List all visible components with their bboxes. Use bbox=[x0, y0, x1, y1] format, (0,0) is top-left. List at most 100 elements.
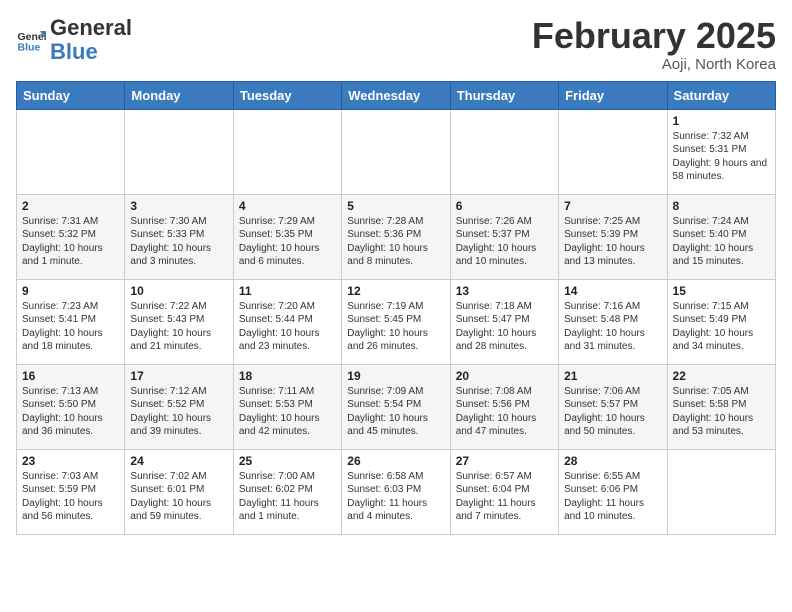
calendar-cell: 13Sunrise: 7:18 AM Sunset: 5:47 PM Dayli… bbox=[450, 279, 558, 364]
calendar-cell: 6 Sunrise: 7:26 AM Sunset: 5:37 PM Daylig… bbox=[450, 194, 558, 279]
day-number: 20 bbox=[456, 369, 553, 383]
day-info: Sunrise: 7:24 AM Sunset: 5:40 PM Dayligh… bbox=[673, 215, 770, 269]
day-info: Sunrise: 7:30 AM Sunset: 5:33 PM Dayligh… bbox=[130, 215, 227, 269]
day-number: 11 bbox=[239, 284, 336, 298]
day-number: 25 bbox=[239, 454, 336, 468]
calendar-cell: 16 Sunrise: 7:13 AM Sunset: 5:50 PM Dayli… bbox=[17, 364, 125, 449]
day-info: Sunrise: 7:12 AM Sunset: 5:52 PM Dayligh… bbox=[130, 385, 227, 439]
day-number: 12 bbox=[347, 284, 444, 298]
day-header-saturday: Saturday bbox=[667, 81, 775, 109]
day-number: 9 bbox=[22, 284, 119, 298]
day-info: Sunrise: 7:28 AM Sunset: 5:36 PM Dayligh… bbox=[347, 215, 444, 269]
day-info: Sunrise: 7:08 AM Sunset: 5:56 PM Dayligh… bbox=[456, 385, 553, 439]
calendar-cell bbox=[17, 109, 125, 194]
calendar-cell: 15 Sunrise: 7:15 AM Sunset: 5:49 PM Dayli… bbox=[667, 279, 775, 364]
calendar-cell: 2 Sunrise: 7:31 AM Sunset: 5:32 PM Daylig… bbox=[17, 194, 125, 279]
day-number: 7 bbox=[564, 199, 661, 213]
day-info: Sunrise: 7:22 AM Sunset: 5:43 PM Dayligh… bbox=[130, 300, 227, 354]
day-number: 21 bbox=[564, 369, 661, 383]
day-number: 1 bbox=[673, 114, 770, 128]
calendar-cell: 27 Sunrise: 6:57 AM Sunset: 6:04 PM Dayli… bbox=[450, 449, 558, 534]
day-header-monday: Monday bbox=[125, 81, 233, 109]
day-info: Sunrise: 7:06 AM Sunset: 5:57 PM Dayligh… bbox=[564, 385, 661, 439]
calendar-cell: 23 Sunrise: 7:03 AM Sunset: 5:59 PM Dayli… bbox=[17, 449, 125, 534]
day-info: Sunrise: 7:26 AM Sunset: 5:37 PM Dayligh… bbox=[456, 215, 553, 269]
day-header-wednesday: Wednesday bbox=[342, 81, 450, 109]
day-header-tuesday: Tuesday bbox=[233, 81, 341, 109]
day-info: Sunrise: 7:25 AM Sunset: 5:39 PM Dayligh… bbox=[564, 215, 661, 269]
day-info: Sunrise: 7:13 AM Sunset: 5:50 PM Dayligh… bbox=[22, 385, 119, 439]
calendar-cell: 24 Sunrise: 7:02 AM Sunset: 6:01 PM Dayli… bbox=[125, 449, 233, 534]
calendar-cell: 8 Sunrise: 7:24 AM Sunset: 5:40 PM Daylig… bbox=[667, 194, 775, 279]
calendar-cell: 3 Sunrise: 7:30 AM Sunset: 5:33 PM Daylig… bbox=[125, 194, 233, 279]
day-number: 13 bbox=[456, 284, 553, 298]
title-block: February 2025 Aoji, North Korea bbox=[532, 16, 776, 73]
page-header: General Blue GeneralBlue February 2025 A… bbox=[16, 16, 776, 73]
logo-icon: General Blue bbox=[16, 25, 46, 55]
day-info: Sunrise: 7:09 AM Sunset: 5:54 PM Dayligh… bbox=[347, 385, 444, 439]
day-number: 27 bbox=[456, 454, 553, 468]
day-info: Sunrise: 7:03 AM Sunset: 5:59 PM Dayligh… bbox=[22, 470, 119, 524]
day-info: Sunrise: 7:05 AM Sunset: 5:58 PM Dayligh… bbox=[673, 385, 770, 439]
day-number: 4 bbox=[239, 199, 336, 213]
day-info: Sunrise: 7:29 AM Sunset: 5:35 PM Dayligh… bbox=[239, 215, 336, 269]
day-info: Sunrise: 6:57 AM Sunset: 6:04 PM Dayligh… bbox=[456, 470, 553, 524]
day-header-thursday: Thursday bbox=[450, 81, 558, 109]
day-number: 23 bbox=[22, 454, 119, 468]
day-number: 15 bbox=[673, 284, 770, 298]
calendar-cell: 18Sunrise: 7:11 AM Sunset: 5:53 PM Dayli… bbox=[233, 364, 341, 449]
day-number: 2 bbox=[22, 199, 119, 213]
calendar-cell: 10 Sunrise: 7:22 AM Sunset: 5:43 PM Dayli… bbox=[125, 279, 233, 364]
day-number: 22 bbox=[673, 369, 770, 383]
calendar-cell: 26 Sunrise: 6:58 AM Sunset: 6:03 PM Dayli… bbox=[342, 449, 450, 534]
calendar-cell: 28Sunrise: 6:55 AM Sunset: 6:06 PM Dayli… bbox=[559, 449, 667, 534]
day-number: 24 bbox=[130, 454, 227, 468]
day-number: 26 bbox=[347, 454, 444, 468]
calendar-cell: 14 Sunrise: 7:16 AM Sunset: 5:48 PM Dayli… bbox=[559, 279, 667, 364]
day-header-friday: Friday bbox=[559, 81, 667, 109]
calendar-cell: 17 Sunrise: 7:12 AM Sunset: 5:52 PM Dayli… bbox=[125, 364, 233, 449]
day-number: 5 bbox=[347, 199, 444, 213]
day-number: 8 bbox=[673, 199, 770, 213]
calendar-cell bbox=[450, 109, 558, 194]
calendar-header: SundayMondayTuesdayWednesdayThursdayFrid… bbox=[17, 81, 776, 109]
calendar-cell bbox=[559, 109, 667, 194]
day-info: Sunrise: 7:20 AM Sunset: 5:44 PM Dayligh… bbox=[239, 300, 336, 354]
day-number: 28 bbox=[564, 454, 661, 468]
day-info: Sunrise: 6:58 AM Sunset: 6:03 PM Dayligh… bbox=[347, 470, 444, 524]
calendar-cell bbox=[342, 109, 450, 194]
day-number: 3 bbox=[130, 199, 227, 213]
day-number: 10 bbox=[130, 284, 227, 298]
calendar-cell: 4 Sunrise: 7:29 AM Sunset: 5:35 PM Daylig… bbox=[233, 194, 341, 279]
logo: General Blue GeneralBlue bbox=[16, 16, 132, 64]
day-info: Sunrise: 7:00 AM Sunset: 6:02 PM Dayligh… bbox=[239, 470, 336, 524]
day-info: Sunrise: 7:11 AM Sunset: 5:53 PM Dayligh… bbox=[239, 385, 336, 439]
calendar-cell: 11 Sunrise: 7:20 AM Sunset: 5:44 PM Dayli… bbox=[233, 279, 341, 364]
month-title: February 2025 bbox=[532, 16, 776, 56]
calendar-table: SundayMondayTuesdayWednesdayThursdayFrid… bbox=[16, 81, 776, 535]
calendar-cell: 21 Sunrise: 7:06 AM Sunset: 5:57 PM Dayli… bbox=[559, 364, 667, 449]
calendar-cell: 20 Sunrise: 7:08 AM Sunset: 5:56 PM Dayli… bbox=[450, 364, 558, 449]
day-info: Sunrise: 7:19 AM Sunset: 5:45 PM Dayligh… bbox=[347, 300, 444, 354]
day-number: 6 bbox=[456, 199, 553, 213]
calendar-cell: 25 Sunrise: 7:00 AM Sunset: 6:02 PM Dayli… bbox=[233, 449, 341, 534]
day-info: Sunrise: 7:31 AM Sunset: 5:32 PM Dayligh… bbox=[22, 215, 119, 269]
logo-text: GeneralBlue bbox=[50, 16, 132, 64]
calendar-cell: 22 Sunrise: 7:05 AM Sunset: 5:58 PM Dayli… bbox=[667, 364, 775, 449]
calendar-cell: 5 Sunrise: 7:28 AM Sunset: 5:36 PM Daylig… bbox=[342, 194, 450, 279]
day-number: 16 bbox=[22, 369, 119, 383]
day-info: Sunrise: 7:02 AM Sunset: 6:01 PM Dayligh… bbox=[130, 470, 227, 524]
day-info: Sunrise: 7:15 AM Sunset: 5:49 PM Dayligh… bbox=[673, 300, 770, 354]
day-number: 19 bbox=[347, 369, 444, 383]
calendar-cell: 1Sunrise: 7:32 AM Sunset: 5:31 PM Daylig… bbox=[667, 109, 775, 194]
location: Aoji, North Korea bbox=[532, 56, 776, 73]
day-info: Sunrise: 7:16 AM Sunset: 5:48 PM Dayligh… bbox=[564, 300, 661, 354]
day-info: Sunrise: 7:23 AM Sunset: 5:41 PM Dayligh… bbox=[22, 300, 119, 354]
day-number: 17 bbox=[130, 369, 227, 383]
calendar-cell bbox=[667, 449, 775, 534]
calendar-cell: 12 Sunrise: 7:19 AM Sunset: 5:45 PM Dayli… bbox=[342, 279, 450, 364]
calendar-body: 1Sunrise: 7:32 AM Sunset: 5:31 PM Daylig… bbox=[17, 109, 776, 534]
calendar-cell: 7 Sunrise: 7:25 AM Sunset: 5:39 PM Daylig… bbox=[559, 194, 667, 279]
calendar-cell bbox=[125, 109, 233, 194]
day-number: 14 bbox=[564, 284, 661, 298]
